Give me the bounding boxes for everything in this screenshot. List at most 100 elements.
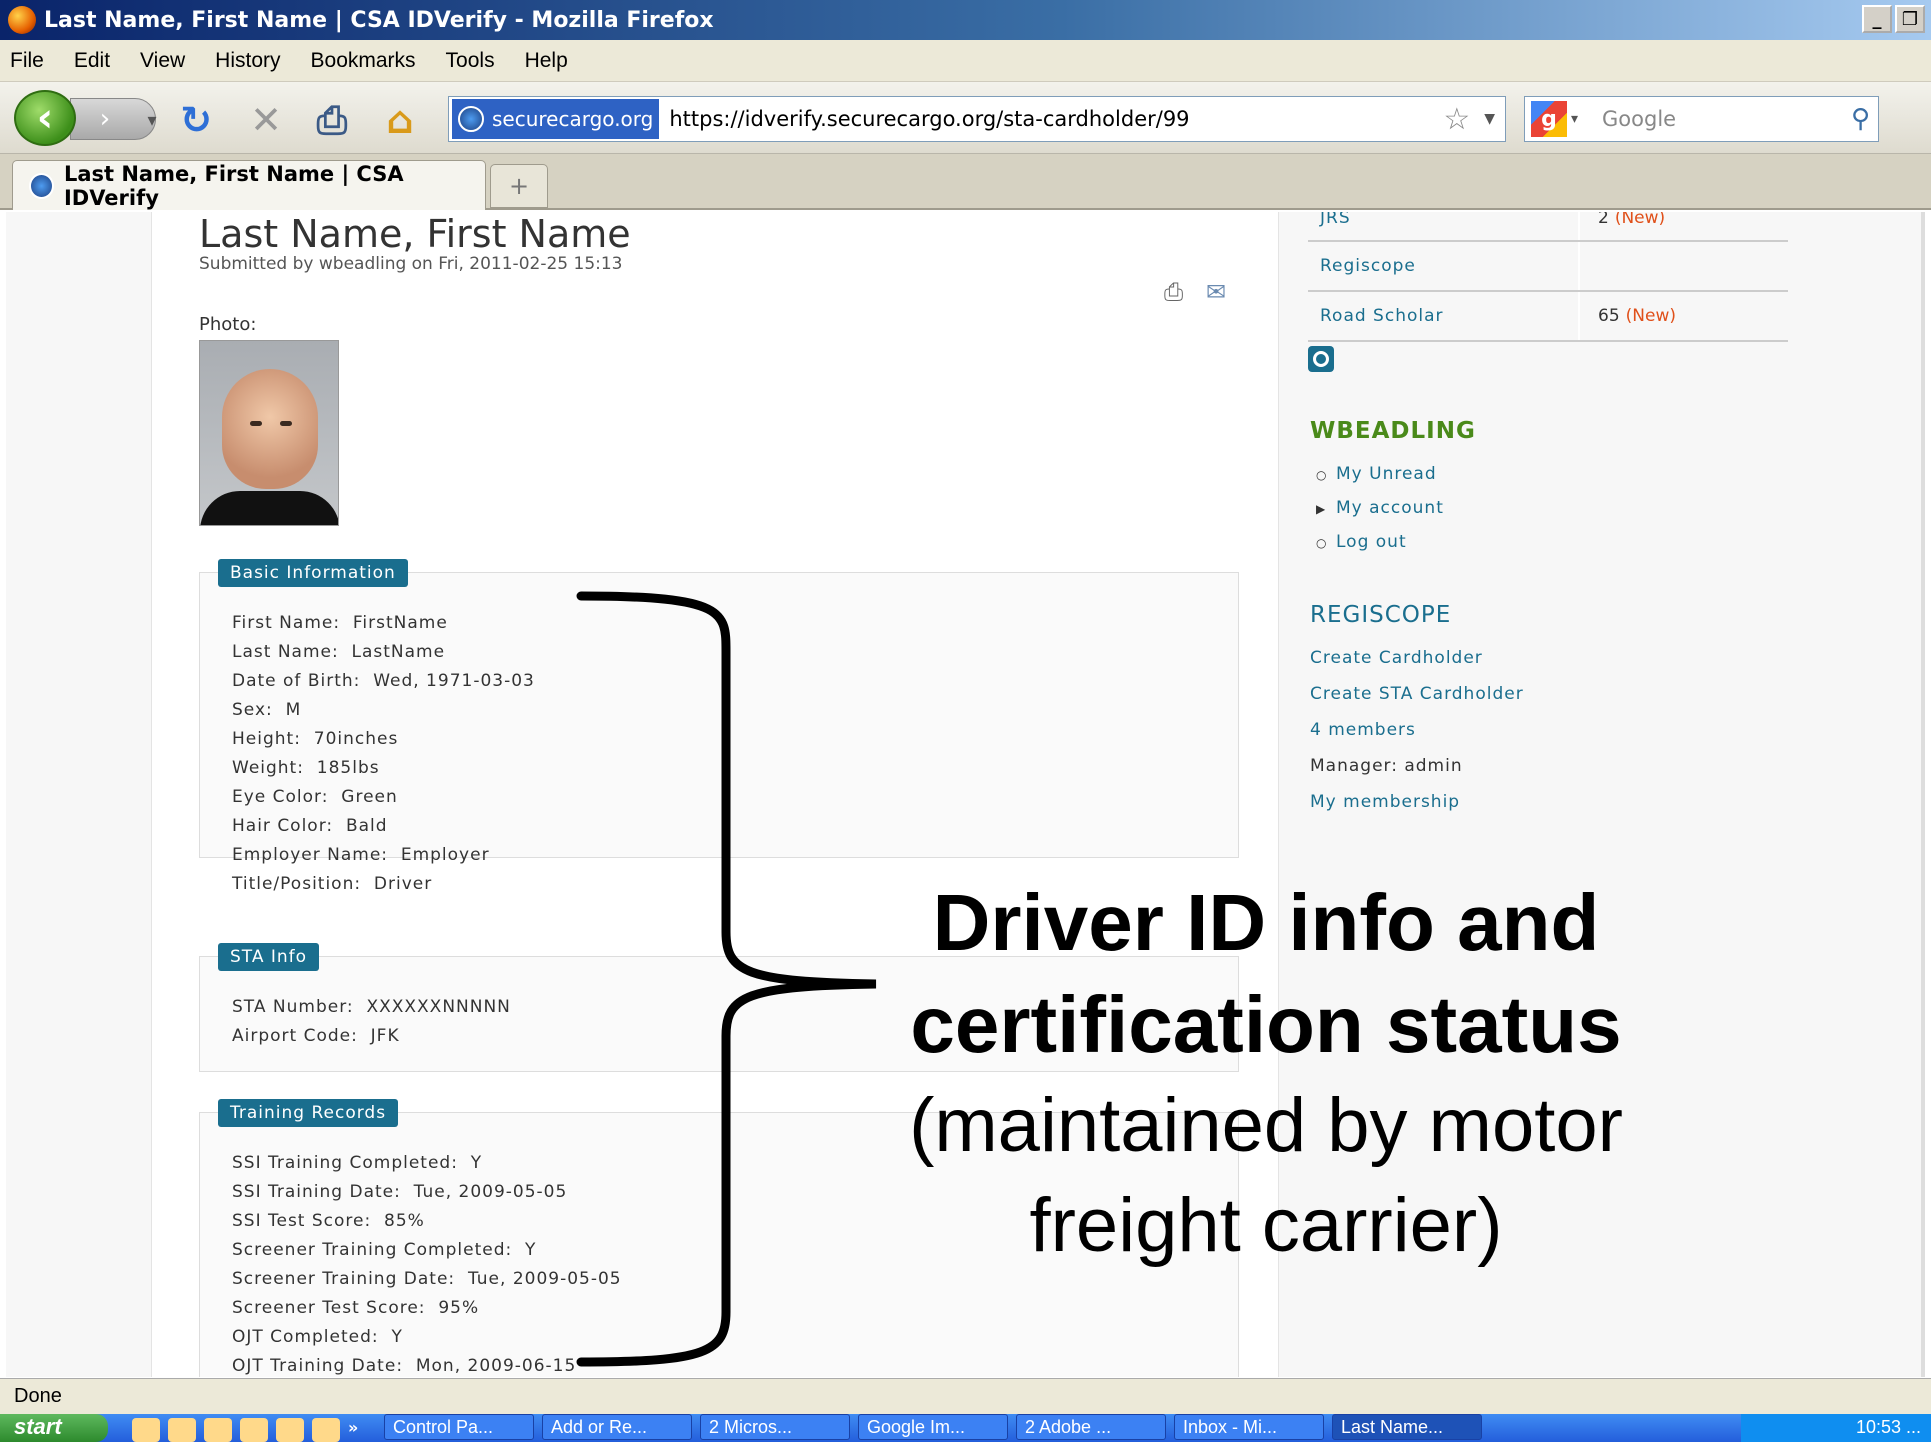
cardholder-photo — [199, 340, 339, 526]
search-engine-dropdown-icon[interactable]: ▾ — [1571, 111, 1578, 127]
quick-launch-icon[interactable] — [204, 1418, 232, 1442]
menu-bookmarks[interactable]: Bookmarks — [311, 49, 416, 73]
field-value: Tue, 2009-05-05 — [467, 1269, 622, 1289]
taskbar-item[interactable]: 2 Micros... — [700, 1414, 850, 1440]
menu-edit[interactable]: Edit — [74, 49, 110, 73]
field-value: M — [285, 700, 302, 720]
field-label: Sex — [232, 700, 286, 720]
user-menu-item-my-unread[interactable]: ○ My Unread — [1316, 458, 1444, 492]
field-label: Last Name — [232, 642, 352, 662]
taskbar-item[interactable]: Control Pa... — [384, 1414, 534, 1440]
field-value: FirstName — [352, 613, 448, 633]
field-value: Y — [470, 1153, 483, 1173]
url-bar[interactable]: securecargo.org https://idverify.securec… — [448, 96, 1506, 142]
reload-icon[interactable]: ↻ — [176, 98, 216, 142]
my-membership-link[interactable]: My membership — [1310, 784, 1524, 820]
group-name[interactable]: Regiscope — [1320, 256, 1416, 276]
field-label: Screener Training Date — [232, 1269, 468, 1289]
quick-launch-icon[interactable] — [132, 1418, 160, 1442]
create-cardholder-link[interactable]: Create Cardholder — [1310, 640, 1524, 676]
group-name[interactable]: JRS — [1320, 212, 1351, 228]
search-bar[interactable]: g ▾ Google ⚲ — [1524, 96, 1879, 142]
new-badge[interactable]: (New) — [1615, 212, 1665, 228]
field-label: Hair Color — [232, 816, 346, 836]
field-row: Eye ColorGreen — [232, 783, 535, 812]
taskbar-item[interactable]: 2 Adobe ... — [1016, 1414, 1166, 1440]
annotation-line-2: certification status — [910, 980, 1622, 1069]
field-row: OJT CompletedY — [232, 1323, 622, 1352]
quick-launch-icon[interactable] — [312, 1418, 340, 1442]
field-value: Wed, 1971-03-03 — [373, 671, 535, 691]
group-name[interactable]: Road Scholar — [1320, 306, 1444, 326]
home-icon[interactable]: ⌂ — [380, 98, 420, 142]
feed-icon[interactable] — [1308, 346, 1334, 372]
site-identity-label: securecargo.org — [492, 107, 654, 131]
field-label: Airport Code — [232, 1026, 371, 1046]
stop-icon[interactable]: ✕ — [246, 98, 286, 142]
taskbar-item[interactable]: Google Im... — [858, 1414, 1008, 1440]
photo-eye-left — [250, 421, 262, 426]
url-dropdown-icon[interactable]: ▼ — [1484, 111, 1495, 127]
url-text[interactable]: https://idverify.securecargo.org/sta-car… — [669, 107, 1443, 131]
field-row: Weight185lbs — [232, 754, 535, 783]
menu-history[interactable]: History — [215, 49, 280, 73]
menu-tools[interactable]: Tools — [446, 49, 495, 73]
quick-launch-icon[interactable] — [240, 1418, 268, 1442]
menu-file[interactable]: File — [10, 49, 44, 73]
search-icon[interactable]: ⚲ — [1851, 104, 1870, 134]
training-records-legend[interactable]: Training Records — [218, 1099, 399, 1127]
field-row: SexM — [232, 696, 535, 725]
manager-label: Manager: admin — [1310, 756, 1463, 776]
site-identity-badge[interactable]: securecargo.org — [452, 99, 660, 139]
field-value: Bald — [345, 816, 388, 836]
back-button[interactable]: ‹ — [14, 90, 76, 146]
menu-view[interactable]: View — [140, 49, 185, 73]
restore-button[interactable]: ❐ — [1895, 5, 1925, 33]
tab-label: Last Name, First Name | CSA IDVerify — [63, 161, 404, 210]
menu-help[interactable]: Help — [525, 49, 568, 73]
taskbar-item[interactable]: Add or Re... — [542, 1414, 692, 1440]
taskbar-item[interactable]: Inbox - Mi... — [1174, 1414, 1324, 1440]
quick-launch-icon[interactable] — [276, 1418, 304, 1442]
user-menu-item-my-account[interactable]: ▶ My account — [1316, 492, 1444, 526]
user-menu-item-log-out[interactable]: ○ Log out — [1316, 526, 1444, 560]
tab-favicon-icon — [29, 172, 54, 199]
minimize-button[interactable]: _ — [1862, 5, 1892, 33]
field-label: SSI Training Completed — [232, 1153, 471, 1173]
regiscope-links: Create Cardholder Create STA Cardholder … — [1310, 640, 1524, 820]
user-menu: ○ My Unread ▶ My account ○ Log out — [1316, 458, 1444, 560]
sta-info-legend[interactable]: STA Info — [218, 943, 320, 971]
create-sta-cardholder-link[interactable]: Create STA Cardholder — [1310, 676, 1524, 712]
taskbar-item-active[interactable]: Last Name... — [1332, 1414, 1482, 1440]
quick-launch-more-icon[interactable]: » — [348, 1418, 376, 1442]
new-tab-button[interactable]: + — [490, 164, 548, 208]
annotation-line-3: (maintained by motor — [909, 1083, 1623, 1168]
start-button[interactable]: start — [0, 1414, 108, 1442]
basic-information-legend[interactable]: Basic Information — [218, 559, 408, 587]
basic-information-section: Basic Information First NameFirstNameLas… — [199, 559, 1239, 894]
annotation-callout: Driver ID info and certification status … — [836, 872, 1696, 1276]
google-search-engine-icon[interactable]: g — [1531, 101, 1567, 137]
field-value: Y — [525, 1240, 537, 1260]
field-label: SSI Test Score — [232, 1211, 384, 1231]
history-dropdown-icon[interactable]: ▾ — [132, 100, 172, 140]
quick-launch: » — [132, 1418, 376, 1442]
training-records-rows: SSI Training CompletedYSSI Training Date… — [232, 1149, 622, 1377]
field-value: Mon, 2009-06-15 — [415, 1356, 577, 1376]
table-row: Regiscope — [1308, 242, 1788, 292]
email-icon[interactable]: ✉ — [1206, 278, 1226, 306]
vertical-scrollbar[interactable] — [1921, 212, 1925, 1377]
print-icon[interactable]: ⎙ — [312, 98, 352, 142]
group-count — [1598, 256, 1604, 276]
new-badge[interactable]: (New) — [1626, 306, 1676, 326]
quick-launch-icon[interactable] — [168, 1418, 196, 1442]
field-value: Employer — [400, 845, 490, 865]
bookmark-star-icon[interactable]: ☆ — [1443, 102, 1470, 137]
printer-icon[interactable]: ⎙ — [1164, 278, 1183, 306]
field-value: 85% — [384, 1211, 425, 1231]
field-value: 95% — [438, 1298, 480, 1318]
tab-current[interactable]: Last Name, First Name | CSA IDVerify — [12, 160, 486, 210]
members-link[interactable]: 4 members — [1310, 712, 1524, 748]
search-input[interactable]: Google — [1602, 107, 1851, 131]
field-label: OJT Training Date — [232, 1356, 416, 1376]
